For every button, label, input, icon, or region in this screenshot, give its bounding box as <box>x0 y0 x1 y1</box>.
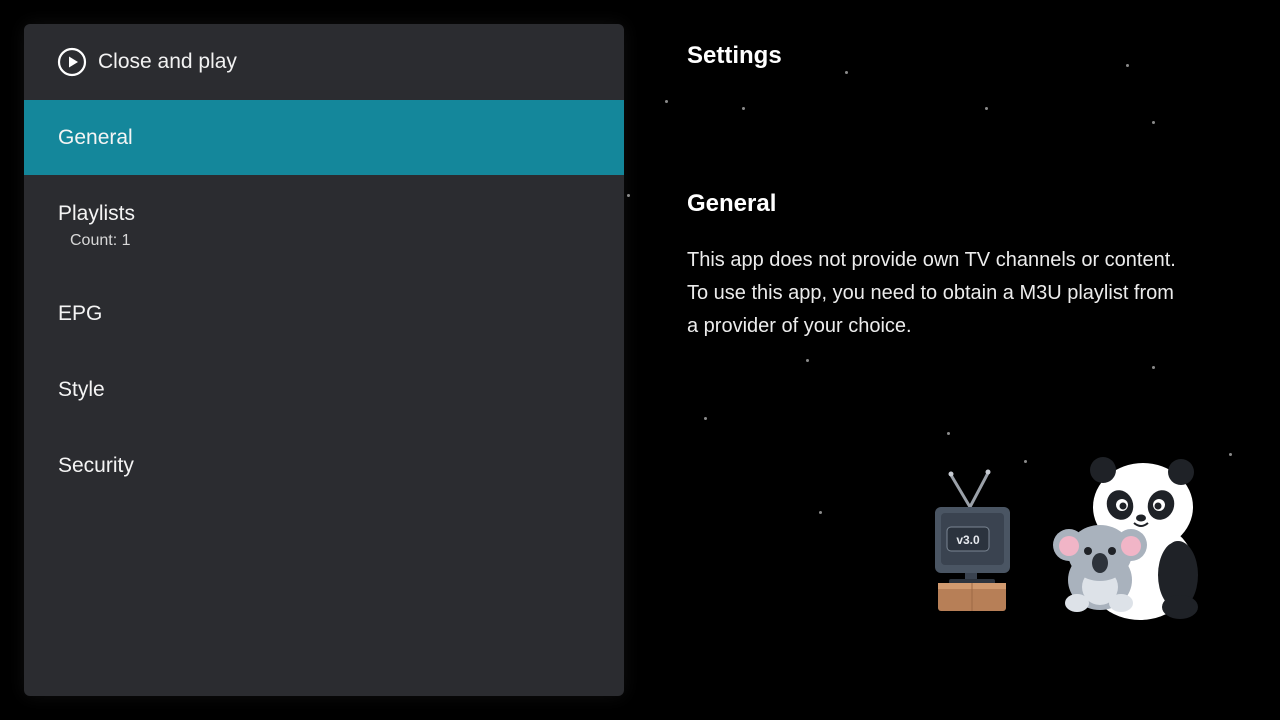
star <box>665 100 668 103</box>
description-line: This app does not provide own TV channel… <box>687 249 1176 271</box>
menu-item-style[interactable]: Style <box>24 352 624 428</box>
tv-panda-koala-illustration: v3.0 <box>935 457 1198 620</box>
play-circle-icon <box>57 47 87 77</box>
close-and-play-label: Close and play <box>98 49 237 73</box>
playlist-count: Count: 1 <box>70 231 131 249</box>
description-line: To use this app, you need to obtain a M3… <box>687 282 1174 304</box>
star <box>1152 366 1155 369</box>
close-and-play-button[interactable]: Close and play <box>24 24 624 99</box>
star <box>985 107 988 110</box>
settings-screen: Close and play General Playlists Count: … <box>0 0 1280 720</box>
settings-menu-list: General Playlists Count: 1 EPG Style Sec… <box>24 100 624 504</box>
menu-item-playlists[interactable]: Playlists Count: 1 <box>24 175 624 276</box>
menu-item-label: Style <box>58 378 105 401</box>
settings-menu-panel: Close and play General Playlists Count: … <box>24 24 624 696</box>
menu-item-label: Playlists <box>58 201 136 225</box>
star <box>627 194 630 197</box>
description-line: a provider of your choice. <box>687 315 912 337</box>
star <box>806 359 809 362</box>
menu-item-general[interactable]: General <box>24 100 624 175</box>
section-title: General <box>687 190 777 217</box>
page-title: Settings <box>687 42 782 69</box>
star <box>742 107 745 110</box>
menu-item-label: General <box>58 125 133 149</box>
mascot-illustration: v3.0 <box>925 455 1215 625</box>
menu-item-label: Security <box>58 454 134 477</box>
star <box>1229 453 1232 456</box>
star <box>1152 121 1155 124</box>
section-description: This app does not provide own TV channel… <box>687 244 1232 343</box>
tv-version-label: v3.0 <box>956 533 980 547</box>
star <box>1126 64 1129 67</box>
menu-item-security[interactable]: Security <box>24 428 624 504</box>
star <box>819 511 822 514</box>
menu-item-epg[interactable]: EPG <box>24 276 624 352</box>
star <box>947 432 950 435</box>
star <box>704 417 707 420</box>
star <box>845 71 848 74</box>
menu-item-label: EPG <box>58 302 103 325</box>
